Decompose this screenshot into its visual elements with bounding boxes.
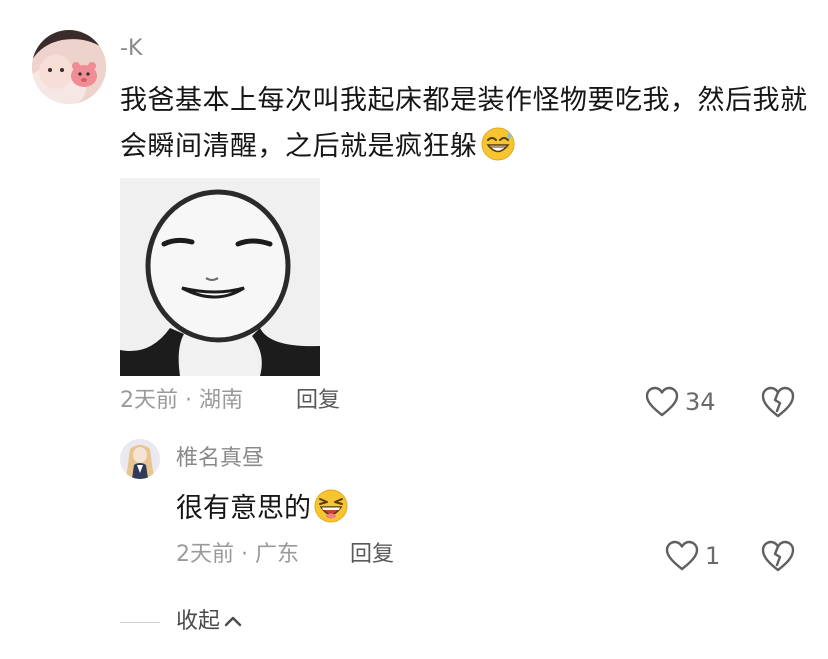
broken-heart-icon [761,386,795,418]
comment-text: 我爸基本上每次叫我起床都是装作怪物要吃我，然后我就会瞬间清醒，之后就是疯狂躲 [120,78,810,170]
like-button[interactable]: 34 [645,385,716,419]
reply-meta: 2天前 · 广东 [176,542,299,567]
heart-icon [665,540,699,571]
like-count: 34 [685,388,716,416]
reply-button[interactable]: 回复 [296,386,340,416]
reply-like-count: 1 [705,542,721,570]
reply-avatar-image [120,439,160,479]
laughing-emoji [314,489,348,523]
comment-thread: -K 我爸基本上每次叫我起床都是装作怪物要吃我，然后我就会瞬间清醒，之后就是疯狂… [0,0,828,659]
broken-heart-icon [761,540,795,572]
dislike-button[interactable] [760,384,796,420]
reply-text: 很有意思的 [176,488,349,529]
reply-to-reply-button[interactable]: 回复 [350,540,394,570]
reply-like-button[interactable]: 1 [665,539,720,573]
grinning-sweat-emoji [481,127,514,161]
avatar[interactable] [32,30,106,104]
reply-text-content: 很有意思的 [176,493,311,524]
collapse-replies-button[interactable]: 收起 [176,607,244,637]
comment-meta: 2天前 · 湖南 [120,388,243,413]
comment-text-content: 我爸基本上每次叫我起床都是装作怪物要吃我，然后我就会瞬间清醒，之后就是疯狂躲 [120,85,808,162]
sticker-image [120,178,320,376]
collapse-divider [120,622,160,623]
heart-icon [645,386,679,417]
collapse-label: 收起 [176,609,221,634]
reply-avatar[interactable] [120,439,160,479]
reply-username[interactable]: 椎名真昼 [176,444,264,474]
smiling-face-sticker[interactable] [120,178,320,376]
chevron-up-icon [224,616,242,627]
reply-dislike-button[interactable] [760,538,796,574]
comment-username[interactable]: -K [120,34,142,64]
avatar-image [32,30,106,104]
